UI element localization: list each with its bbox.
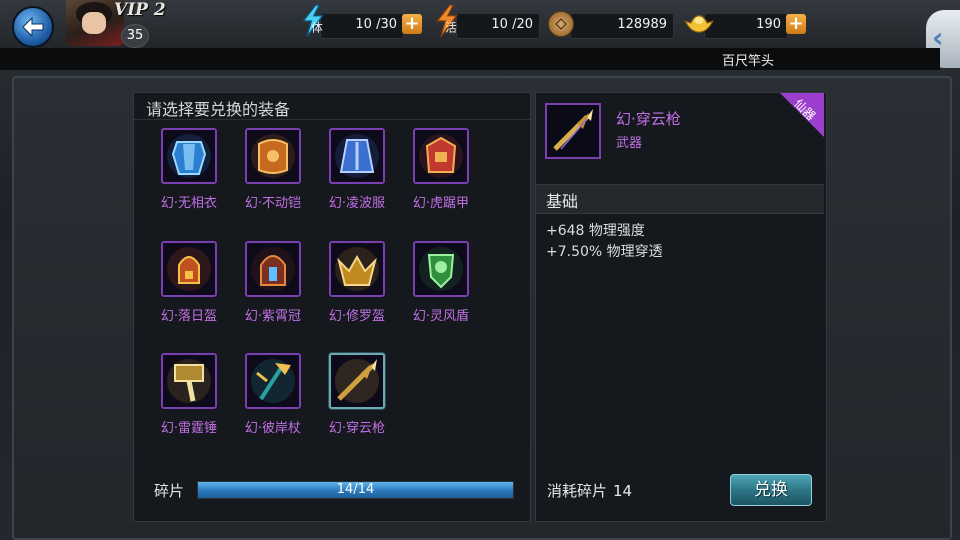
equipment-item[interactable]: 幻·凌波服 <box>305 128 385 228</box>
fragment-cost: 消耗碎片 14 <box>547 480 632 501</box>
fragments-progress-text: 14/14 <box>336 482 375 497</box>
energy-badge: 活 <box>445 21 456 35</box>
cost-value: 14 <box>613 482 633 500</box>
equipment-slot[interactable] <box>413 128 469 184</box>
stamina-value: 10 /30 <box>355 17 397 32</box>
equipment-slot[interactable] <box>245 353 301 409</box>
equipment-item[interactable]: 幻·不动铠 <box>221 128 301 228</box>
equipment-item[interactable]: 幻·修罗盔 <box>305 241 385 341</box>
section-header <box>536 184 824 214</box>
selected-item-name: 幻·穿云枪 <box>616 110 681 128</box>
equipment-item-label: 幻·灵风盾 <box>412 309 470 324</box>
coin-counter: 128989 <box>570 13 674 39</box>
armor-robe-icon <box>163 130 215 182</box>
staff-icon <box>247 355 299 407</box>
spear-icon <box>331 355 383 407</box>
equipment-slot[interactable] <box>245 241 301 297</box>
selected-item-type: 武器 <box>616 136 643 151</box>
equipment-item[interactable]: 幻·雷霆锤 <box>137 353 217 453</box>
stamina-badge: 体 <box>311 21 323 35</box>
exchange-button[interactable]: 兑换 <box>730 474 812 506</box>
copper-coin-icon <box>548 11 574 37</box>
coin-value: 128989 <box>617 17 667 32</box>
player-level-badge: 35 <box>121 24 149 48</box>
equipment-slot[interactable] <box>329 353 385 409</box>
equipment-slot[interactable] <box>161 241 217 297</box>
equipment-item-label: 幻·穿云枪 <box>328 421 386 436</box>
equipment-item-label: 幻·虎踞甲 <box>412 196 470 211</box>
fragments-label: 碎片 <box>154 482 185 500</box>
location-label: 百尺竿头 <box>722 54 775 69</box>
equipment-slot[interactable] <box>161 128 217 184</box>
equipment-item[interactable]: 幻·灵风盾 <box>389 241 469 341</box>
heavy-armor-icon <box>247 130 299 182</box>
stat-line: +648 物理强度 <box>546 223 645 239</box>
back-button[interactable] <box>12 6 54 48</box>
ingot-value: 190 <box>756 17 781 32</box>
panel-title: 请选择要兑换的装备 <box>146 100 291 119</box>
stamina-counter: 10 /30 <box>320 13 404 39</box>
crown-helmet-icon <box>247 243 299 295</box>
info-strip <box>0 48 940 70</box>
equipment-item[interactable]: 幻·无相衣 <box>137 128 217 228</box>
selected-item-slot <box>545 103 601 159</box>
fragments-progress-bar: 14/14 <box>197 481 514 499</box>
spirit-shield-icon <box>415 243 467 295</box>
equipment-slot[interactable] <box>413 241 469 297</box>
sunset-helmet-icon <box>163 243 215 295</box>
cost-label: 消耗碎片 <box>547 482 608 500</box>
stat-line: +7.50% 物理穿透 <box>546 244 663 260</box>
equipment-slot[interactable] <box>329 241 385 297</box>
energy-value: 10 /20 <box>491 17 533 32</box>
stamina-lightning-icon: 体 <box>301 4 325 38</box>
equipment-item[interactable]: 幻·紫霄冠 <box>221 241 301 341</box>
equipment-item[interactable]: 幻·彼岸杖 <box>221 353 301 453</box>
rarity-badge: 仙器 <box>780 93 824 137</box>
vip-level[interactable]: VIP 2 <box>114 0 166 20</box>
tiger-armor-icon <box>415 130 467 182</box>
thunder-hammer-icon <box>163 355 215 407</box>
gold-ingot-icon <box>684 15 714 33</box>
equipment-item[interactable]: 幻·穿云枪 <box>305 353 385 453</box>
add-ingot-button[interactable]: + <box>786 14 806 34</box>
ingot-counter: 190 <box>704 13 788 39</box>
back-arrow-icon <box>22 16 44 38</box>
add-stamina-button[interactable]: + <box>402 14 422 34</box>
equipment-item[interactable]: 幻·落日盔 <box>137 241 217 341</box>
equipment-slot[interactable] <box>329 128 385 184</box>
demon-helmet-icon <box>331 243 383 295</box>
equipment-slot[interactable] <box>245 128 301 184</box>
energy-counter: 10 /20 <box>456 13 540 39</box>
energy-lightning-icon: 活 <box>435 4 459 38</box>
spear-icon <box>547 105 599 157</box>
section-title-basic: 基础 <box>546 192 579 211</box>
equipment-slot[interactable] <box>161 353 217 409</box>
equipment-item[interactable]: 幻·虎踞甲 <box>389 128 469 228</box>
light-armor-icon <box>331 130 383 182</box>
